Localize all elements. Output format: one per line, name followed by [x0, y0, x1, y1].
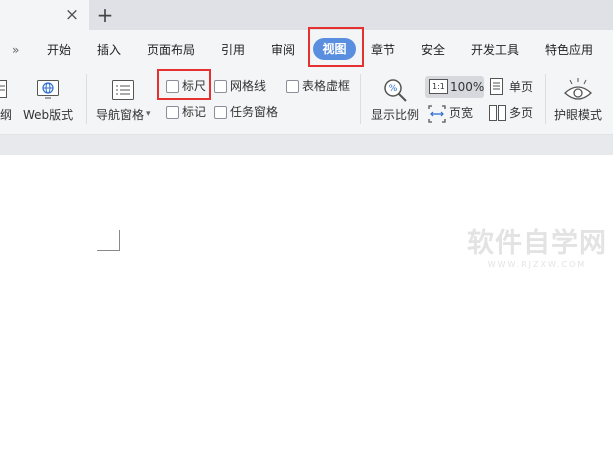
eye-icon[interactable]	[563, 77, 593, 103]
zoom-ratio-button[interactable]: 显示比例	[371, 107, 419, 123]
navigation-pane-button[interactable]: 导航窗格	[96, 107, 144, 123]
single-page-icon[interactable]	[490, 78, 504, 96]
gridlines-label[interactable]: 网格线	[230, 78, 266, 94]
ribbon-separator	[545, 74, 546, 124]
svg-text:%: %	[389, 84, 398, 94]
title-bar	[0, 0, 613, 30]
menu-item-chapter[interactable]: 章节	[371, 41, 395, 59]
page-width-button[interactable]: 页宽	[449, 105, 473, 121]
ruler-checkbox[interactable]	[166, 80, 179, 93]
menu-item-start[interactable]: 开始	[47, 41, 71, 59]
chevron-down-icon[interactable]: ▾	[146, 106, 151, 122]
task-pane-checkbox[interactable]	[214, 106, 227, 119]
mark-label[interactable]: 标记	[182, 104, 206, 120]
single-page-button[interactable]: 单页	[509, 79, 533, 95]
view-ribbon: 纲 Web版式 导航窗格 ▾ 标尺 网格线 表格虚框 标记 任务窗格 % 显示比…	[0, 68, 613, 135]
watermark: 软件自学网 WWW.RJZXW.COM	[466, 229, 608, 271]
menu-item-reference[interactable]: 引用	[221, 41, 245, 59]
menu-item-insert[interactable]: 插入	[97, 41, 121, 59]
new-tab-icon[interactable]: +	[95, 4, 115, 26]
menu-item-layout[interactable]: 页面布局	[147, 41, 195, 59]
menu-overflow-icon[interactable]: »	[12, 41, 19, 59]
eye-protection-button[interactable]: 护眼模式	[554, 107, 602, 123]
actual-size-badge: 1:1	[429, 79, 448, 94]
zoom-100-button[interactable]: 1:1 100%	[425, 76, 484, 98]
page-corner-mark	[97, 250, 119, 251]
ruler-area-strip	[0, 135, 613, 155]
ribbon-separator	[360, 74, 361, 124]
globe-icon[interactable]	[37, 80, 59, 99]
task-pane-label[interactable]: 任务窗格	[230, 104, 278, 120]
mark-checkbox[interactable]	[166, 106, 179, 119]
zoom-100-label: 100%	[450, 80, 485, 94]
watermark-sub-text: WWW.RJZXW.COM	[487, 260, 587, 269]
multi-page-button[interactable]: 多页	[509, 105, 533, 121]
navigation-pane-icon[interactable]	[112, 80, 134, 100]
gridlines-checkbox[interactable]	[214, 80, 227, 93]
web-layout-button[interactable]: Web版式	[23, 107, 73, 123]
watermark-main-text: 软件自学网	[467, 228, 607, 259]
page-width-icon[interactable]	[428, 105, 446, 123]
ribbon-separator	[86, 74, 87, 124]
outline-icon[interactable]	[0, 80, 8, 98]
multi-page-icon[interactable]	[489, 105, 507, 122]
view-highlight-box	[308, 27, 364, 67]
ruler-label[interactable]: 标尺	[182, 78, 206, 94]
menu-item-special[interactable]: 特色应用	[545, 41, 593, 59]
menu-item-review[interactable]: 审阅	[271, 41, 295, 59]
menu-item-security[interactable]: 安全	[421, 41, 445, 59]
table-virtual-frame-checkbox[interactable]	[286, 80, 299, 93]
document-page[interactable]	[0, 155, 613, 467]
menu-bar: » 开始 插入 页面布局 引用 审阅 视图 章节 安全 开发工具 特色应用	[0, 27, 613, 68]
outline-label[interactable]: 纲	[0, 107, 12, 123]
close-icon[interactable]: ×	[62, 5, 82, 25]
page-corner-mark	[119, 230, 120, 251]
table-virtual-frame-label[interactable]: 表格虚框	[302, 78, 350, 94]
magnifier-percent-icon[interactable]: %	[382, 77, 408, 103]
menu-item-devtools[interactable]: 开发工具	[471, 41, 519, 59]
